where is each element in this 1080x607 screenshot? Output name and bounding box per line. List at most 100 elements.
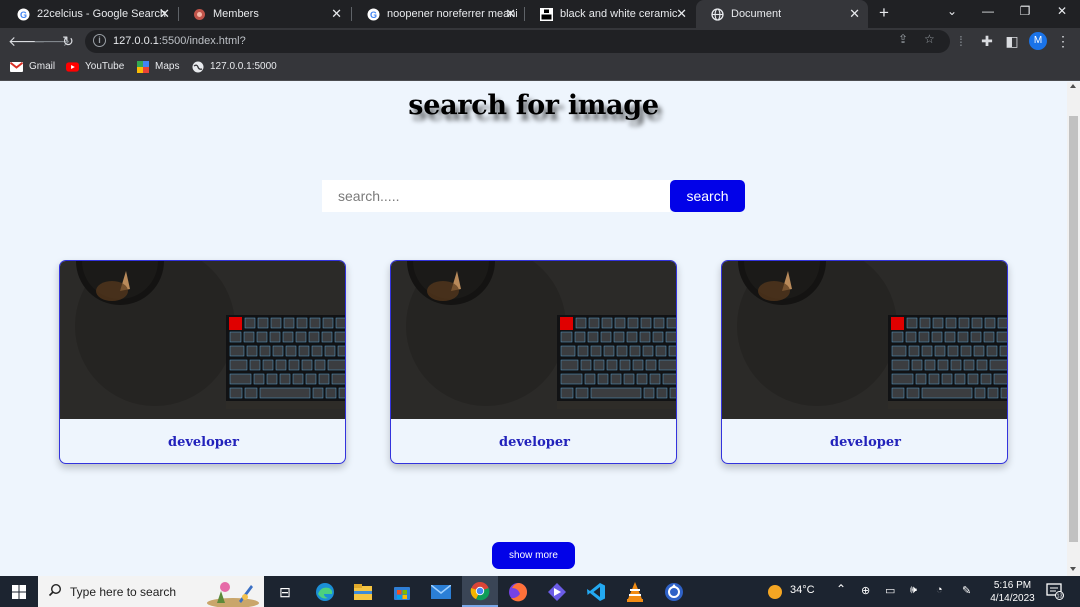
url-text: 127.0.0.1:5500/index.html? [113, 35, 246, 47]
extension-pin-icon[interactable]: ⁞ [952, 33, 970, 50]
tab-google-search[interactable]: G 22celcius - Google Search ✕ [2, 0, 178, 28]
close-icon[interactable]: ✕ [505, 6, 516, 22]
side-panel-icon[interactable]: ◧ [1003, 33, 1021, 50]
minimize-icon[interactable]: — [978, 4, 998, 18]
close-icon[interactable]: ✕ [676, 6, 687, 22]
youtube-icon [66, 61, 79, 72]
search-button[interactable]: search [670, 180, 745, 212]
close-window-icon[interactable]: ✕ [1052, 4, 1072, 18]
card-label: developer [498, 435, 570, 450]
bookmark-label: Maps [155, 61, 180, 72]
bookmarks-bar: Gmail YouTube Maps 127.0.0.1:5000 [0, 55, 1080, 81]
search-icon [48, 583, 62, 602]
scroll-down-arrow-icon[interactable] [1070, 567, 1076, 571]
back-icon[interactable]: 🡐 [8, 33, 46, 50]
chrome-icon[interactable] [462, 576, 498, 607]
microsoft-store-icon[interactable] [391, 581, 413, 603]
bookmark-localhost[interactable]: 127.0.0.1:5000 [191, 61, 277, 72]
page-content: search for image search..... search deve… [0, 82, 1067, 576]
unsplash-icon [539, 7, 553, 21]
weather-sun-icon[interactable] [764, 581, 786, 603]
svg-text:G: G [19, 10, 26, 20]
gmail-icon [10, 61, 23, 72]
tab-noopener[interactable]: G noopener noreferrer meaning ✕ [352, 0, 524, 28]
windows-start-icon[interactable] [8, 581, 30, 603]
browser-tab-strip: G 22celcius - Google Search ✕ Members ✕ … [0, 0, 1080, 28]
restore-icon[interactable]: ❐ [1015, 4, 1035, 18]
notification-count: 13 [1056, 594, 1062, 600]
site-info-icon[interactable]: i [93, 34, 106, 47]
tab-title: black and white ceramic mug [560, 8, 680, 20]
page-scrollbar[interactable] [1067, 82, 1080, 576]
mail-icon[interactable] [430, 581, 452, 603]
media-app-icon[interactable] [546, 581, 568, 603]
tab-members[interactable]: Members ✕ [178, 0, 350, 28]
tab-ceramic-mug[interactable]: black and white ceramic mug ✕ [525, 0, 695, 28]
wifi-icon[interactable]: ◔ [936, 584, 943, 596]
tab-title: Members [213, 8, 259, 20]
task-view-icon[interactable]: ⊟ [274, 581, 296, 603]
file-explorer-icon[interactable] [352, 581, 374, 603]
bookmark-label: YouTube [85, 61, 125, 72]
bookmark-star-icon[interactable]: ☆ [924, 32, 935, 46]
bookmark-label: Gmail [29, 61, 56, 72]
edge-icon[interactable] [314, 581, 336, 603]
members-site-icon [192, 7, 206, 21]
vscode-icon[interactable] [585, 581, 607, 603]
windows-taskbar: Type here to search ⊟ 34°C ⌃ ⊕ ▭ 🕪 ◔ ✎ 5… [0, 576, 1080, 607]
maps-icon [136, 60, 149, 73]
globe-icon [710, 7, 724, 21]
google-icon: G [366, 7, 380, 21]
volume-icon[interactable]: 🕪 [910, 584, 917, 597]
reload-icon[interactable]: ↻ [59, 33, 77, 50]
bookmark-youtube[interactable]: YouTube [66, 61, 124, 72]
google-icon: G [16, 7, 30, 21]
vlc-icon[interactable] [624, 581, 646, 603]
image-card[interactable]: developer [721, 260, 1008, 464]
browser-toolbar: 🡐 🡒 ↻ i 127.0.0.1:5500/index.html? ⇪ ☆ ⁞… [0, 28, 1080, 55]
pen-icon[interactable]: ✎ [962, 584, 971, 597]
weather-temperature[interactable]: 34°C [790, 584, 815, 596]
search-highlight-illustration-icon [203, 577, 263, 607]
tab-title: noopener noreferrer meaning [387, 8, 517, 20]
globe-icon [191, 61, 204, 72]
share-icon[interactable]: ⇪ [898, 32, 908, 46]
battery-icon[interactable]: ▭ [885, 584, 895, 597]
tab-search-icon[interactable]: ⌄ [942, 4, 962, 18]
bookmark-gmail[interactable]: Gmail [10, 61, 55, 72]
taskbar-search-box[interactable]: Type here to search [38, 576, 264, 607]
menu-icon[interactable]: ⋮ [1054, 33, 1072, 50]
clock-time: 5:16 PM [993, 580, 1032, 591]
tab-title: 22celcius - Google Search [37, 8, 167, 20]
taskbar-search-placeholder: Type here to search [70, 585, 177, 599]
close-icon[interactable]: ✕ [849, 6, 860, 22]
forward-icon[interactable]: 🡒 [33, 33, 71, 50]
new-tab-button[interactable]: + [874, 3, 894, 23]
close-icon[interactable]: ✕ [159, 6, 170, 22]
app-icon[interactable] [663, 581, 685, 603]
card-image[interactable] [722, 261, 1007, 419]
card-image[interactable] [391, 261, 676, 419]
address-bar[interactable]: i 127.0.0.1:5500/index.html? [85, 30, 950, 53]
extensions-icon[interactable]: ✚ [978, 33, 996, 50]
card-label: developer [829, 435, 901, 450]
tab-document[interactable]: Document ✕ [696, 0, 868, 28]
chevron-up-icon[interactable]: ⌃ [836, 582, 846, 596]
show-more-button[interactable]: show more [492, 542, 575, 569]
scroll-up-arrow-icon[interactable] [1070, 84, 1076, 88]
firefox-icon[interactable] [507, 581, 529, 603]
svg-text:G: G [369, 10, 376, 20]
image-card[interactable]: developer [390, 260, 677, 464]
taskbar-clock[interactable]: 5:16 PM 4/14/2023 [985, 579, 1040, 605]
close-icon[interactable]: ✕ [331, 6, 342, 22]
scrollbar-thumb[interactable] [1069, 116, 1078, 542]
clock-date: 4/14/2023 [990, 593, 1035, 604]
image-card[interactable]: developer [59, 260, 346, 464]
notification-center-icon[interactable]: 13 [1046, 582, 1064, 603]
card-image[interactable] [60, 261, 345, 419]
search-input[interactable] [322, 180, 670, 212]
network-usage-icon[interactable]: ⊕ [861, 584, 870, 597]
bookmark-label: 127.0.0.1:5000 [210, 61, 277, 72]
profile-avatar[interactable]: M [1029, 32, 1047, 50]
bookmark-maps[interactable]: Maps [136, 60, 180, 73]
